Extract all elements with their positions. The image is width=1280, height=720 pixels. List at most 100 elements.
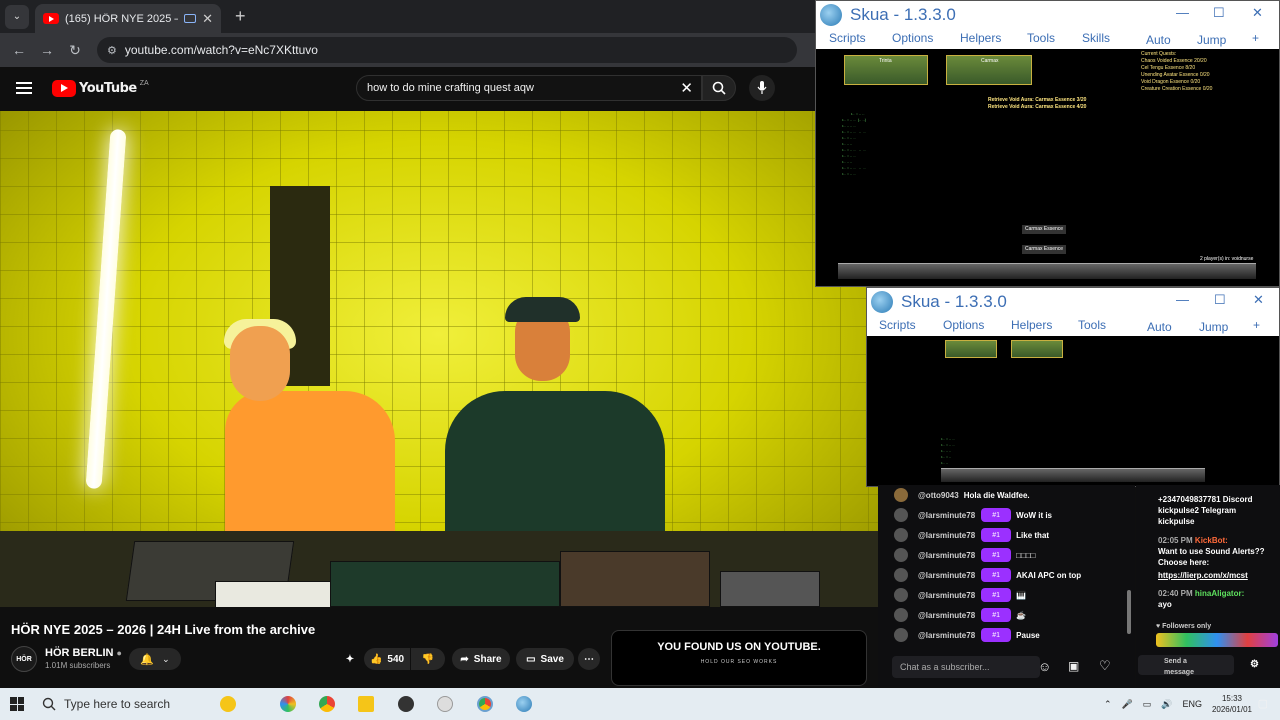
side-chat-link[interactable]: https://lierp.com/x/mcst	[1158, 570, 1248, 581]
chrome-icon[interactable]	[319, 696, 335, 712]
channel-avatar[interactable]: HÖR	[11, 646, 37, 672]
chat-username[interactable]: @larsminute78	[918, 591, 975, 600]
maximize-icon[interactable]: ☐	[1213, 5, 1225, 21]
clock[interactable]: 15:33 2026/01/01	[1212, 693, 1252, 715]
clear-search-icon[interactable]: ✕	[680, 79, 693, 97]
chat-avatar[interactable]	[894, 628, 908, 642]
menu-helpers-2[interactable]: Helpers	[1011, 318, 1052, 332]
minimize-icon-2[interactable]: —	[1176, 292, 1189, 307]
skua-taskbar-icon[interactable]	[516, 696, 532, 712]
chat-avatar[interactable]	[894, 548, 908, 562]
address-bar[interactable]: ⚙ youtube.com/watch?v=eNc7XKttuvo	[97, 37, 797, 63]
chat-username[interactable]: @larsminute78	[918, 631, 975, 640]
chat-avatar[interactable]	[894, 528, 908, 542]
chat-username[interactable]: @larsminute78	[918, 531, 975, 540]
save-button[interactable]: ▭ Save	[516, 648, 574, 670]
app-icon[interactable]	[280, 696, 296, 712]
emote-row[interactable]	[1156, 633, 1278, 647]
menu-options[interactable]: Options	[892, 31, 933, 45]
menu-auto[interactable]: Auto	[1146, 33, 1171, 47]
side-chat-user-2[interactable]: hinaAligator:	[1195, 589, 1244, 598]
minimize-icon[interactable]: —	[1176, 5, 1189, 20]
chat-scrollbar[interactable]	[1127, 590, 1131, 634]
menu-options-2[interactable]: Options	[943, 318, 984, 332]
skua-window-top[interactable]: Skua - 1.3.3.0 — ☐ ✕ Scripts Options Hel…	[815, 0, 1280, 287]
share-button[interactable]: ➦ Share	[452, 648, 510, 670]
more-actions-button[interactable]: ⋯	[578, 648, 600, 670]
chat-avatar[interactable]	[894, 508, 908, 522]
action-bar-bottom[interactable]	[941, 468, 1205, 482]
game-view-top[interactable]: Trinta Carmax Current Quests: Chaos Void…	[818, 49, 1277, 284]
side-chat-input[interactable]: Send a message	[1138, 655, 1234, 676]
tray-volume-icon[interactable]: 🔊	[1161, 699, 1172, 710]
chrome-active-icon[interactable]	[477, 696, 493, 712]
emoji-icon[interactable]: ☺	[1038, 659, 1051, 674]
reload-icon[interactable]: ↻	[61, 42, 89, 59]
dislike-button[interactable]: 👎	[411, 648, 445, 670]
voice-search-button[interactable]	[749, 75, 775, 101]
menu-auto-2[interactable]: Auto	[1147, 320, 1172, 334]
tab-search-menu-icon[interactable]: ⌄	[5, 4, 29, 29]
menu-skills[interactable]: Skills	[1082, 31, 1110, 45]
menu-tools-2[interactable]: Tools	[1078, 318, 1106, 332]
taskbar-search[interactable]: Type here to search	[42, 697, 170, 711]
menu-jump-2[interactable]: Jump	[1199, 320, 1228, 334]
super-chat-icon[interactable]: ▣	[1068, 659, 1079, 673]
menu-scripts[interactable]: Scripts	[829, 31, 866, 45]
video-player[interactable]: ♫	[0, 111, 878, 607]
skua-window-bottom[interactable]: Skua - 1.3.3.0 — ☐ ✕ Scripts Options Hel…	[866, 287, 1280, 487]
tab-close-icon[interactable]: ✕	[202, 11, 213, 27]
maximize-icon-2[interactable]: ☐	[1214, 292, 1226, 308]
side-chat-bot[interactable]: KickBot:	[1195, 536, 1228, 545]
tray-network-icon[interactable]: ▭	[1143, 699, 1152, 710]
chat-username[interactable]: @larsminute78	[918, 611, 975, 620]
youtube-logo[interactable]: YouTube ZA	[52, 79, 149, 97]
chat-input[interactable]: Chat as a subscriber...	[892, 656, 1040, 678]
skua-titlebar-bottom[interactable]: Skua - 1.3.3.0 — ☐ ✕	[867, 288, 1279, 316]
chat-username[interactable]: @larsminute78	[918, 551, 975, 560]
gift-icon[interactable]: ✦	[342, 648, 358, 670]
menu-icon[interactable]	[16, 82, 32, 94]
language-indicator[interactable]: ENG	[1182, 699, 1202, 709]
search-button[interactable]	[702, 75, 736, 101]
heart-icon[interactable]: ♡	[1099, 658, 1111, 674]
chat-avatar[interactable]	[894, 568, 908, 582]
chat-username[interactable]: @larsminute78	[918, 571, 975, 580]
windows-start-icon[interactable]	[10, 697, 24, 711]
obs-icon[interactable]	[398, 696, 414, 712]
site-info-icon[interactable]: ⚙	[107, 44, 117, 57]
chat-text: Pause	[1016, 630, 1040, 640]
forward-icon[interactable]: →	[33, 42, 61, 58]
menu-tools[interactable]: Tools	[1027, 31, 1055, 45]
chat-username[interactable]: @larsminute78	[918, 511, 975, 520]
tool-icon[interactable]	[437, 696, 453, 712]
chat-avatar[interactable]	[894, 608, 908, 622]
browser-tab-active[interactable]: (165) HÖR NYE 2025 – 2026 ✕	[35, 4, 221, 33]
settings-icon[interactable]: ⚙	[1250, 659, 1259, 670]
copilot-icon[interactable]	[220, 696, 236, 712]
chat-avatar[interactable]	[894, 488, 908, 502]
notification-icon[interactable]: ▢	[1258, 697, 1268, 710]
action-bar-top[interactable]	[838, 263, 1256, 279]
add-icon-2[interactable]: +	[1253, 318, 1260, 332]
notifications-button[interactable]: 🔔 ⌄	[129, 648, 181, 670]
add-icon[interactable]: +	[1252, 31, 1259, 45]
menu-scripts-2[interactable]: Scripts	[879, 318, 916, 332]
game-view-bottom[interactable]: •.. :: .. .. •.. :: .. .. •.. .. .. •.. …	[869, 336, 1277, 484]
promo-card[interactable]: YOU FOUND US ON YOUTUBE. HOLD OUR SEO WO…	[611, 630, 867, 686]
like-button[interactable]: 👍 540	[364, 648, 410, 670]
chat-username[interactable]: @otto9043	[918, 491, 959, 500]
close-icon-2[interactable]: ✕	[1253, 292, 1264, 308]
tray-microphone-icon[interactable]: 🎤	[1121, 699, 1132, 710]
menu-jump[interactable]: Jump	[1197, 33, 1226, 47]
menu-helpers[interactable]: Helpers	[960, 31, 1001, 45]
channel-name[interactable]: HÖR BERLIN ●	[45, 647, 122, 659]
tray-chevron-icon[interactable]: ⌃	[1104, 699, 1112, 710]
new-tab-icon[interactable]: +	[235, 6, 246, 27]
back-icon[interactable]: ←	[5, 42, 33, 58]
skua-titlebar-top[interactable]: Skua - 1.3.3.0 — ☐ ✕	[816, 1, 1279, 29]
file-explorer-icon[interactable]	[358, 696, 374, 712]
close-icon[interactable]: ✕	[1252, 5, 1263, 21]
search-input[interactable]: how to do mine crafting quest aqw ✕	[356, 75, 702, 101]
chat-avatar[interactable]	[894, 588, 908, 602]
